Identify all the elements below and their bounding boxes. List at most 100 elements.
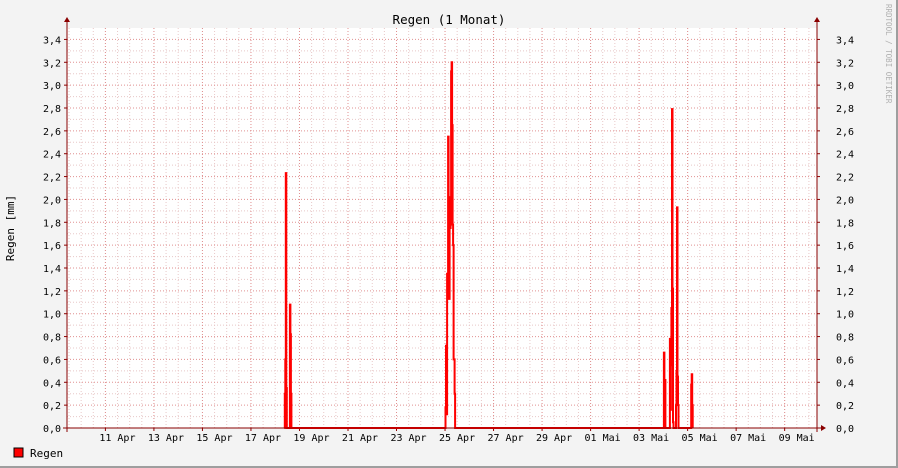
y-tick-label-right: 3,4	[836, 35, 854, 46]
data-point	[691, 373, 693, 375]
data-point	[671, 287, 674, 290]
chart-root: 0,0 0,2 0,4 0,6 0,8 1,0 1,2 1,4 1,6 1,8 2,0 2,2 2,4 2…	[0, 0, 898, 468]
y-tick-label-left: 3,4	[43, 35, 61, 46]
y-axis-label: Regen [mm]	[4, 195, 17, 261]
data-point	[452, 223, 454, 226]
y-tick-label-right: 3,0	[836, 81, 854, 92]
y-tick-label-right: 1,0	[836, 310, 854, 321]
plot-area	[67, 28, 817, 428]
x-tick-label: 19 Apr	[293, 433, 329, 444]
data-point	[289, 333, 291, 335]
data-point	[690, 383, 692, 386]
x-tick-label: 03 Mai	[633, 433, 669, 444]
y-tick-label-left: 2,0	[43, 195, 61, 206]
data-point	[448, 298, 450, 300]
data-point	[451, 61, 453, 63]
y-tick-label-right: 1,6	[836, 241, 854, 252]
x-tick-label: 05 Mai	[682, 433, 718, 444]
x-tick-label: 13 Apr	[148, 433, 184, 444]
y-tick-label-left: 2,2	[43, 173, 61, 184]
x-tick-label: 07 Mai	[730, 433, 766, 444]
data-point	[285, 387, 287, 389]
data-point	[671, 108, 673, 110]
y-tick-label-right: 2,6	[836, 127, 854, 138]
y-tick-label-right: 1,4	[836, 264, 854, 275]
data-point	[664, 379, 666, 381]
y-tick-label-left: 1,6	[43, 241, 61, 252]
y-tick-label-right: 0,0	[836, 424, 854, 435]
chart-title: Regen (1 Monat)	[393, 12, 506, 27]
x-tick-label: 29 Apr	[536, 433, 572, 444]
y-tick-label-right: 3,2	[836, 58, 854, 69]
y-tick-label-left: 3,0	[43, 81, 61, 92]
data-point	[670, 307, 673, 309]
y-tick-label-left: 0,6	[43, 355, 61, 366]
data-point	[444, 406, 447, 409]
data-point	[663, 418, 665, 420]
x-tick-label: 21 Apr	[342, 433, 378, 444]
y-tick-label-right: 0,2	[836, 401, 854, 412]
data-point	[284, 393, 286, 395]
data-point	[445, 413, 448, 415]
x-tick-label: 27 Apr	[487, 433, 523, 444]
y-tick-label-left: 3,2	[43, 58, 61, 69]
legend-swatch	[13, 447, 24, 458]
y-tick-label-right: 0,6	[836, 355, 854, 366]
x-tick-label: 01 Mai	[585, 433, 621, 444]
data-point	[449, 227, 451, 229]
x-tick-label: 09 Mai	[779, 433, 815, 444]
data-point	[452, 244, 454, 246]
x-tick-label: 15 Apr	[196, 433, 232, 444]
y-tick-label-right: 0,4	[836, 378, 854, 389]
y-tick-label-left: 2,4	[43, 150, 61, 161]
y-tick-label-left: 1,2	[43, 287, 61, 298]
x-tick-label: 23 Apr	[390, 433, 426, 444]
data-point	[676, 206, 678, 209]
data-point	[450, 70, 452, 73]
y-tick-label-right: 1,8	[836, 218, 854, 229]
data-point	[675, 370, 678, 372]
x-tick-label: 25 Apr	[439, 433, 475, 444]
data-point	[691, 404, 693, 406]
y-tick-label-right: 2,8	[836, 104, 854, 115]
data-point	[447, 267, 450, 269]
data-point	[447, 135, 449, 138]
y-tick-label-left: 2,8	[43, 104, 61, 115]
y-tick-label-right: 2,2	[836, 173, 854, 184]
data-point	[448, 214, 451, 217]
chart-svg: 0,0 0,2 0,4 0,6 0,8 1,0 1,2 1,4 1,6 1,8 2,0 2,2 2,4 2…	[0, 0, 898, 468]
legend-label: Regen	[30, 447, 63, 460]
y-tick-label-right: 2,0	[836, 195, 854, 206]
data-point	[663, 351, 665, 354]
data-point	[445, 345, 447, 347]
y-tick-label-left: 0,8	[43, 333, 61, 344]
y-tick-label-left: 0,2	[43, 401, 61, 412]
data-point	[675, 404, 677, 406]
y-tick-label-left: 2,6	[43, 127, 61, 138]
y-tick-label-right: 1,2	[836, 287, 854, 298]
y-tick-label-left: 1,8	[43, 218, 61, 229]
y-tick-label-right: 0,8	[836, 333, 854, 344]
data-point	[284, 358, 286, 361]
data-point	[676, 375, 679, 378]
data-point	[289, 303, 291, 306]
data-point	[451, 124, 453, 126]
watermark: RRDTOOL / TOBI OETIKER	[884, 4, 893, 104]
data-point	[677, 404, 679, 406]
y-tick-label-left: 1,0	[43, 310, 61, 321]
y-tick-label-left: 0,4	[43, 378, 61, 389]
data-point	[449, 196, 452, 198]
data-point	[453, 358, 455, 361]
x-tick-label: 11 Apr	[99, 433, 135, 444]
y-tick-label-left: 0,0	[43, 424, 61, 435]
data-point	[285, 172, 287, 174]
x-tick-labels: 11 Apr 13 Apr 15 Apr 17 Apr 19 Apr 21 Apr 23 A…	[99, 433, 814, 444]
y-tick-label-right: 2,4	[836, 150, 854, 161]
data-point	[670, 364, 672, 366]
data-point	[290, 393, 292, 395]
data-point	[446, 273, 448, 275]
data-point	[669, 409, 672, 411]
y-tick-label-left: 1,4	[43, 264, 61, 275]
x-tick-label: 17 Apr	[245, 433, 281, 444]
data-point	[454, 393, 456, 395]
